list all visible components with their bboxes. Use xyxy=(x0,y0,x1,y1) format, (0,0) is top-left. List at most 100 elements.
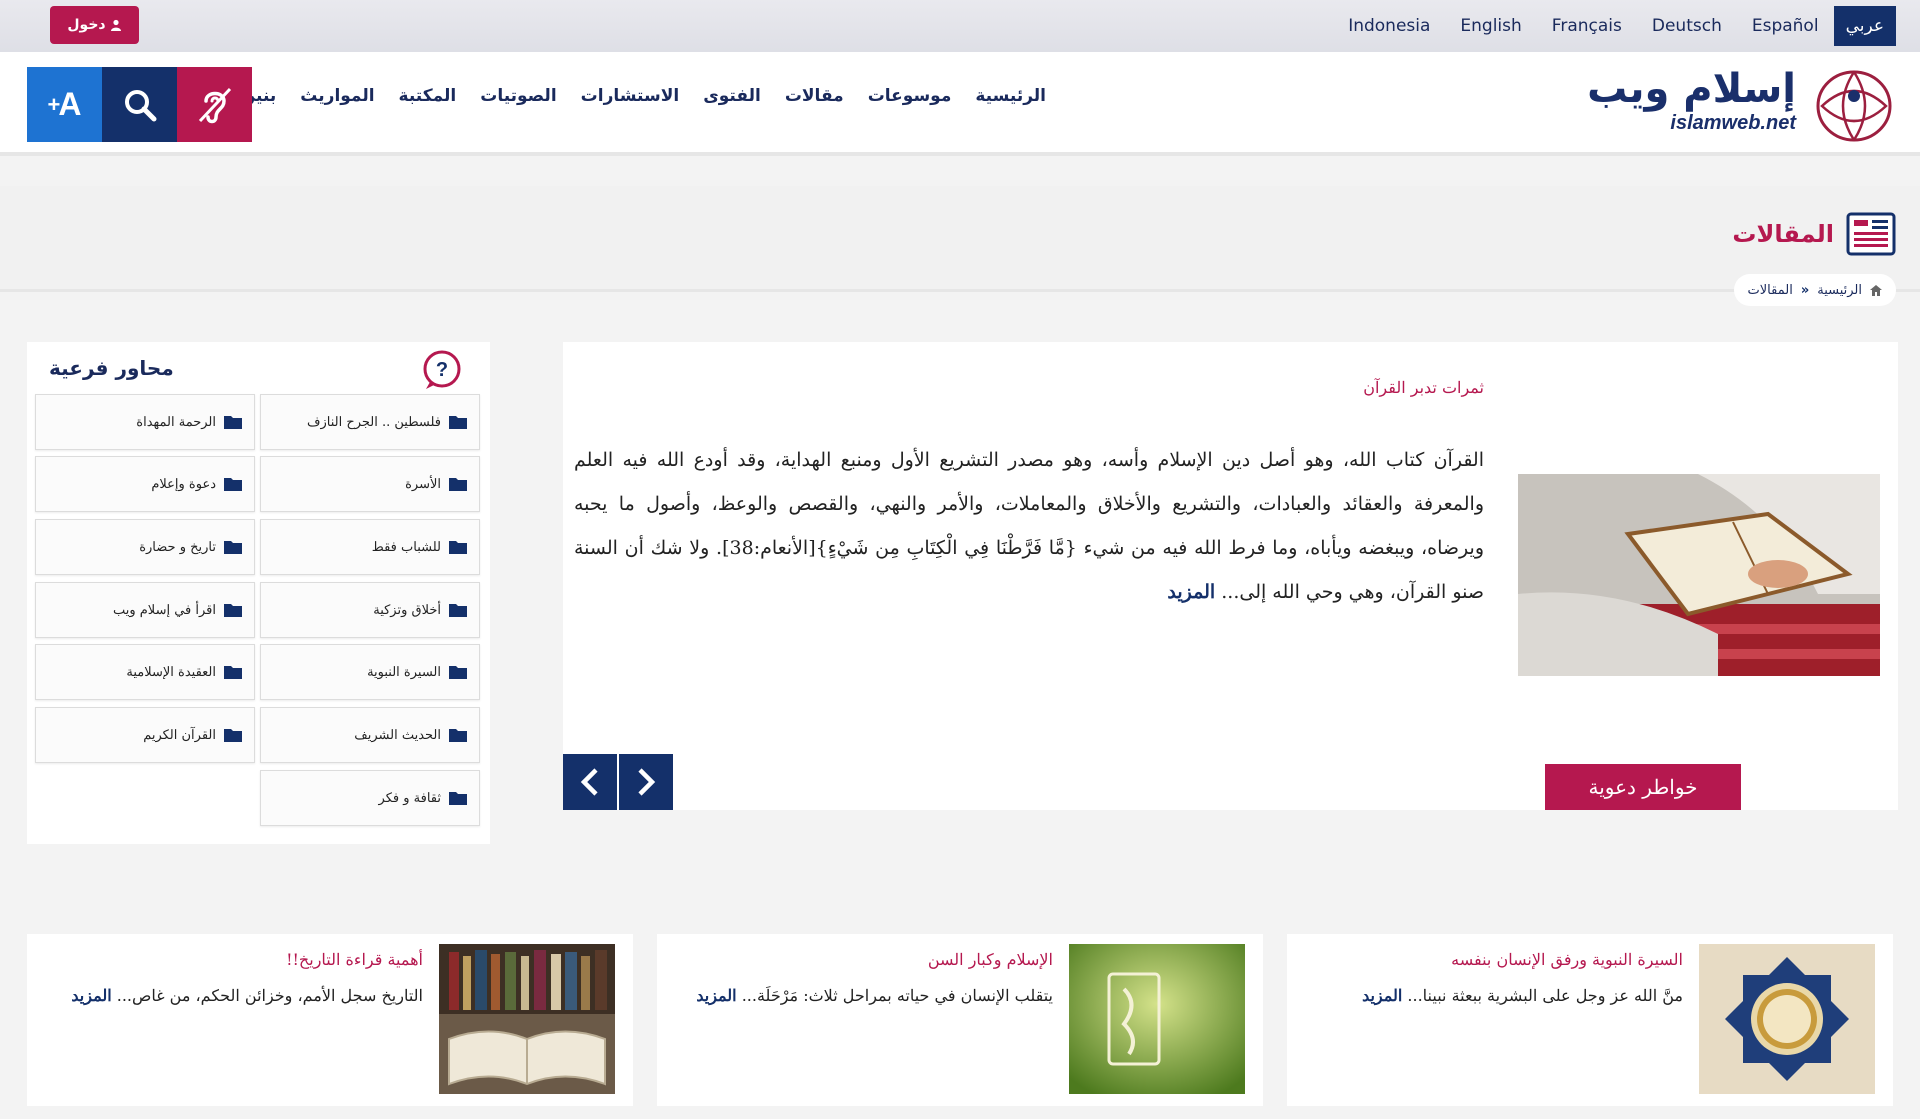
topic-label: الأسرة xyxy=(405,476,441,492)
article-card: السيرة النبوية ورفق الإنسان بنفسه منَّ ا… xyxy=(1287,934,1893,1106)
folder-icon xyxy=(224,729,242,742)
topic-label: العقيدة الإسلامية xyxy=(126,664,216,680)
lang-indonesian[interactable]: Indonesia xyxy=(1333,6,1445,46)
hearing-icon xyxy=(198,87,231,123)
article-more-link[interactable]: المزيد xyxy=(1167,581,1215,603)
folder-icon xyxy=(449,541,467,554)
site-header: إسلام ويب islamweb.net الرئيسية موسوعات … xyxy=(0,52,1920,156)
topic-item[interactable]: العقيدة الإسلامية xyxy=(35,644,255,700)
card-image-prophet-seal[interactable] xyxy=(1699,944,1875,1094)
topic-item[interactable]: الرحمة المهداة xyxy=(35,394,255,450)
card-more-link[interactable]: المزيد xyxy=(1362,986,1402,1005)
accessibility-button[interactable] xyxy=(177,67,252,142)
article-excerpt: القرآن كتاب الله، وهو أصل دين الإسلام وأ… xyxy=(574,438,1484,614)
folder-icon xyxy=(449,604,467,617)
chevron-left-icon xyxy=(580,768,598,796)
topic-label: فلسطين .. الجرح النازف xyxy=(307,414,441,430)
topic-item[interactable]: القرآن الكريم xyxy=(35,707,255,763)
site-logo[interactable]: إسلام ويب islamweb.net xyxy=(1576,66,1896,146)
logo-english-text: islamweb.net xyxy=(1670,112,1796,134)
topic-item[interactable]: ثقافة و فكر xyxy=(260,770,480,826)
font-size-label: A xyxy=(58,86,82,122)
topic-label: أخلاق وتزكية xyxy=(373,602,441,618)
card-image-open-book[interactable] xyxy=(439,944,615,1094)
folder-icon xyxy=(449,416,467,429)
subtopics-sidebar: ? محاور فرعية فلسطين .. الجرح النازف الأ… xyxy=(27,342,490,844)
lang-arabic[interactable]: عربي xyxy=(1833,6,1896,46)
nav-fatwa[interactable]: الفتوى xyxy=(691,86,773,106)
folder-icon xyxy=(224,604,242,617)
nav-home[interactable]: الرئيسية xyxy=(963,86,1058,106)
card-more-link[interactable]: المزيد xyxy=(696,986,736,1005)
folder-icon xyxy=(224,416,242,429)
topic-item[interactable]: فلسطين .. الجرح النازف xyxy=(260,394,480,450)
folder-icon xyxy=(224,541,242,554)
topic-label: ثقافة و فكر xyxy=(378,790,441,806)
breadcrumb-home[interactable]: الرئيسية xyxy=(1817,283,1862,298)
login-label: دخول xyxy=(67,17,106,33)
card-excerpt: يتقلب الإنسان في حياته بمراحل ثلاث: مَرْ… xyxy=(696,986,1053,1005)
category-tag-button[interactable]: خواطر دعوية xyxy=(1545,764,1741,810)
card-image-islam-calligraphy[interactable] xyxy=(1069,944,1245,1094)
featured-article: ثمرات تدبر القرآن القرآن كتاب الله، وهو … xyxy=(563,342,1898,810)
language-switcher: عربي Español Deutsch Français English In… xyxy=(1333,6,1896,46)
topic-item[interactable]: الحديث الشريف xyxy=(260,707,480,763)
topic-label: السيرة النبوية xyxy=(367,664,441,680)
topic-label: الرحمة المهداة xyxy=(136,414,216,430)
section-title: المقالات xyxy=(1732,212,1896,256)
topic-item[interactable]: تاريخ و حضارة xyxy=(35,519,255,575)
breadcrumb: الرئيسية « المقالات xyxy=(1733,274,1896,306)
logo-arabic-text: إسلام ويب xyxy=(1587,66,1796,112)
folder-icon xyxy=(449,478,467,491)
topic-label: الحديث الشريف xyxy=(354,727,441,743)
nav-inheritance[interactable]: المواريث xyxy=(288,86,386,106)
nav-articles[interactable]: مقالات xyxy=(773,86,856,106)
lang-spanish[interactable]: Español xyxy=(1737,6,1834,46)
section-band: المقالات xyxy=(0,186,1920,292)
search-button[interactable] xyxy=(102,67,177,142)
font-size-button[interactable]: + A xyxy=(27,67,102,142)
slider-prev-button[interactable] xyxy=(563,754,617,810)
card-title[interactable]: السيرة النبوية ورفق الإنسان بنفسه xyxy=(1451,950,1683,969)
breadcrumb-current[interactable]: المقالات xyxy=(1748,283,1793,298)
article-card: أهمية قراءة التاريخ!! التاريخ سجل الأمم،… xyxy=(27,934,633,1106)
question-icon: ? xyxy=(423,350,461,389)
lang-french[interactable]: Français xyxy=(1537,6,1637,46)
login-button[interactable]: دخول xyxy=(50,6,139,44)
card-title[interactable]: الإسلام وكبار السن xyxy=(928,950,1053,969)
topic-item[interactable]: للشباب فقط xyxy=(260,519,480,575)
lang-english[interactable]: English xyxy=(1445,6,1536,46)
topic-item[interactable]: دعوة وإعلام xyxy=(35,456,255,512)
folder-icon xyxy=(449,666,467,679)
topic-item[interactable]: اقرأ في إسلام ويب xyxy=(35,582,255,638)
article-title[interactable]: ثمرات تدبر القرآن xyxy=(1363,378,1484,397)
folder-icon xyxy=(449,729,467,742)
sidebar-title: محاور فرعية xyxy=(49,356,174,380)
topic-item[interactable]: الأسرة xyxy=(260,456,480,512)
topic-label: تاريخ و حضارة xyxy=(139,539,216,555)
article-image-quran-reading[interactable] xyxy=(1518,474,1880,676)
nav-library[interactable]: المكتبة xyxy=(387,86,469,106)
card-excerpt-text: منَّ الله عز وجل على البشرية ببعثة نبينا… xyxy=(1407,986,1683,1005)
lang-german[interactable]: Deutsch xyxy=(1637,6,1737,46)
newspaper-icon xyxy=(1846,212,1896,256)
article-card: الإسلام وكبار السن يتقلب الإنسان في حيات… xyxy=(657,934,1263,1106)
slider-next-button[interactable] xyxy=(619,754,673,810)
search-icon xyxy=(124,89,156,121)
nav-audio[interactable]: الصوتيات xyxy=(468,86,568,106)
topic-item[interactable]: السيرة النبوية xyxy=(260,644,480,700)
nav-encyclopedias[interactable]: موسوعات xyxy=(856,86,964,106)
home-icon xyxy=(1870,284,1882,296)
folder-icon xyxy=(449,792,467,805)
top-bar: دخول عربي Español Deutsch Français Engli… xyxy=(0,0,1920,52)
card-title[interactable]: أهمية قراءة التاريخ!! xyxy=(286,950,423,969)
main-nav: الرئيسية موسوعات مقالات الفتوى الاستشارا… xyxy=(175,86,1058,106)
folder-icon xyxy=(224,666,242,679)
nav-consultations[interactable]: الاستشارات xyxy=(569,86,692,106)
topic-item[interactable]: أخلاق وتزكية xyxy=(260,582,480,638)
topic-label: دعوة وإعلام xyxy=(151,476,216,492)
folder-icon xyxy=(224,478,242,491)
card-excerpt-text: يتقلب الإنسان في حياته بمراحل ثلاث: مَرْ… xyxy=(741,986,1053,1005)
svg-text:?: ? xyxy=(436,359,448,381)
card-more-link[interactable]: المزيد xyxy=(71,986,111,1005)
